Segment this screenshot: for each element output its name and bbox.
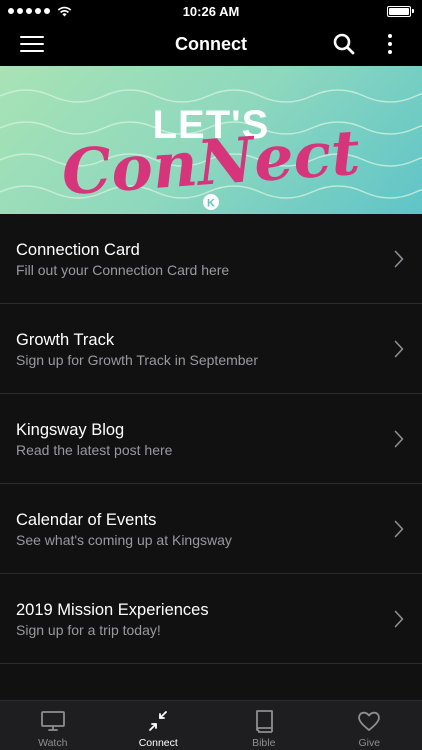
hamburger-menu-icon[interactable]	[20, 33, 44, 55]
chevron-right-icon	[394, 340, 404, 358]
navigation-bar: Connect	[0, 22, 422, 66]
item-title: Calendar of Events	[16, 511, 157, 529]
kingsway-logo-letter: K	[207, 198, 215, 210]
signal-strength-icon	[8, 6, 72, 17]
item-subtitle: Fill out your Connection Card here	[16, 262, 230, 278]
list-item-connection-card[interactable]: Connection Card Fill out your Connection…	[0, 214, 422, 304]
wifi-icon	[57, 6, 72, 16]
item-subtitle: See what's coming up at Kingsway	[16, 532, 232, 548]
item-subtitle: Sign up for Growth Track in September	[16, 352, 258, 368]
chevron-right-icon	[394, 520, 404, 538]
list-item-mission-experiences[interactable]: 2019 Mission Experiences Sign up for a t…	[0, 574, 422, 664]
chevron-right-icon	[394, 250, 404, 268]
status-bar: 10:26 AM	[0, 0, 422, 22]
tab-label: Give	[358, 737, 381, 749]
list-item-kingsway-blog[interactable]: Kingsway Blog Read the latest post here	[0, 394, 422, 484]
book-icon	[255, 710, 273, 733]
item-title: 2019 Mission Experiences	[16, 601, 209, 619]
monitor-icon	[40, 711, 65, 731]
tab-label: Watch	[38, 737, 68, 749]
compress-arrows-icon	[149, 711, 168, 731]
tab-give[interactable]: Give	[317, 701, 422, 750]
list-item-calendar-of-events[interactable]: Calendar of Events See what's coming up …	[0, 484, 422, 574]
connect-list: Connection Card Fill out your Connection…	[0, 214, 422, 664]
tab-label: Bible	[252, 737, 276, 749]
list-item-growth-track[interactable]: Growth Track Sign up for Growth Track in…	[0, 304, 422, 394]
tab-watch[interactable]: Watch	[0, 701, 106, 750]
heart-icon	[358, 711, 381, 731]
tab-bar: Watch Connect Bible Give	[0, 700, 422, 750]
item-subtitle: Read the latest post here	[16, 442, 173, 458]
item-title: Growth Track	[16, 331, 115, 349]
battery-icon	[387, 5, 414, 17]
tab-label: Connect	[138, 737, 178, 749]
banner-artwork: LET'S ConNect K	[0, 89, 422, 210]
tab-connect[interactable]: Connect	[106, 701, 212, 750]
page-title: Connect	[175, 33, 247, 54]
lets-connect-banner: LET'S ConNect K	[0, 66, 422, 214]
item-subtitle: Sign up for a trip today!	[16, 622, 161, 638]
item-title: Kingsway Blog	[16, 421, 125, 439]
item-title: Connection Card	[16, 241, 140, 259]
tab-bible[interactable]: Bible	[211, 701, 317, 750]
search-icon[interactable]	[332, 32, 356, 56]
chevron-right-icon	[394, 610, 404, 628]
chevron-right-icon	[394, 430, 404, 448]
more-options-icon[interactable]	[378, 31, 402, 57]
